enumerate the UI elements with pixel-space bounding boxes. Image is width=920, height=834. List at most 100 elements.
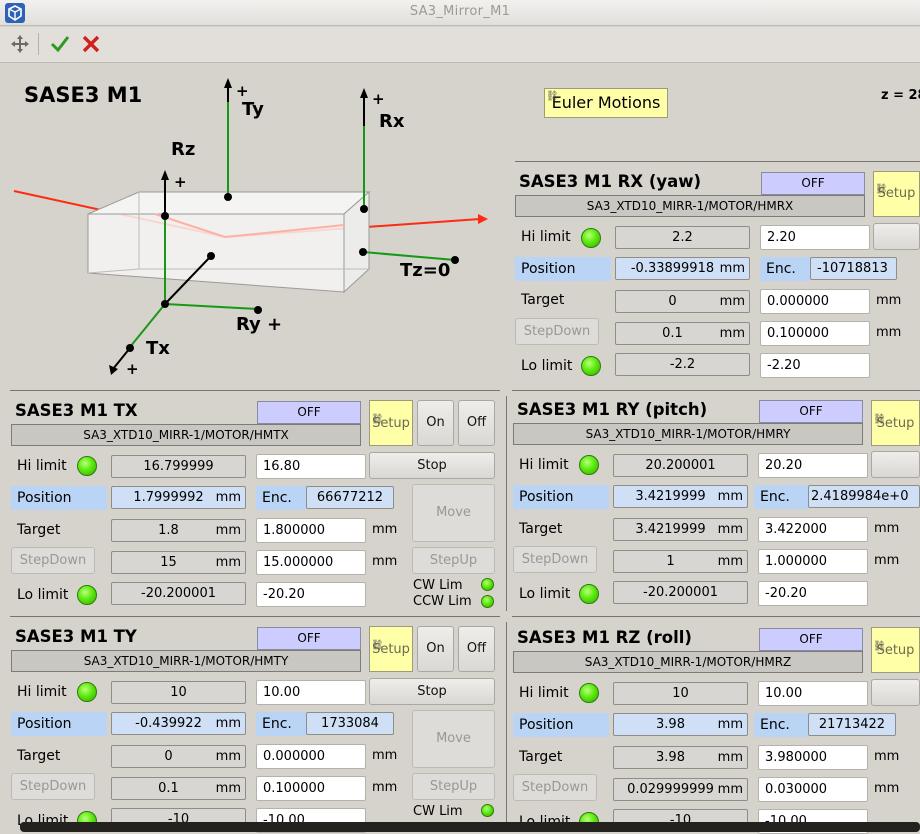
axis-plus-rz: +	[174, 173, 187, 191]
target-input[interactable]: 3.980000	[758, 745, 868, 770]
close-icon[interactable]	[77, 30, 105, 58]
stepdown-button[interactable]: StepDown	[11, 547, 95, 574]
axis-label-tz: Tz=0	[400, 260, 451, 281]
hi-limit-led	[77, 682, 97, 702]
stop-button[interactable]: Stop	[369, 678, 495, 705]
hi-limit-label: Hi limit	[17, 684, 67, 700]
euler-motions-label: Euler Motions	[551, 93, 661, 112]
hi-limit-label: Hi limit	[519, 457, 569, 473]
setup-button[interactable]: ⛓ Setup	[369, 626, 413, 672]
lo-limit-led	[581, 356, 601, 376]
device-name: SA3_XTD10_MIRR-1/MOTOR/HMTX	[11, 424, 361, 446]
enc-label: Enc.	[754, 485, 808, 509]
step-value: 0.1 mm	[111, 777, 246, 800]
lo-limit-led	[77, 585, 97, 605]
link-icon: ⛓	[546, 91, 559, 102]
off-button[interactable]: Off	[458, 400, 495, 446]
lo-limit-value: -2.2	[615, 353, 750, 376]
toolbar-separator	[38, 33, 39, 55]
setup-button[interactable]: ⛓ Setup	[873, 171, 920, 217]
stepdown-button[interactable]: StepDown	[515, 318, 599, 345]
position-value: 3.98 mm	[613, 713, 748, 736]
move-button[interactable]: Move	[412, 710, 495, 768]
panel-title: SASE3 M1 TY	[15, 627, 137, 646]
panel-divider	[506, 396, 507, 611]
stop-button[interactable]	[871, 679, 920, 706]
off-button[interactable]: Off	[458, 626, 495, 672]
enc-label: Enc.	[760, 257, 810, 281]
lo-limit-input[interactable]: -2.20	[760, 353, 870, 378]
link-icon: ⛓	[873, 641, 886, 652]
encoder-value: 66677212	[306, 486, 394, 509]
position-value: 3.4219999 mm	[613, 485, 748, 508]
hi-limit-input[interactable]: 10.00	[758, 681, 868, 706]
stepdown-button[interactable]: StepDown	[513, 774, 597, 801]
hi-limit-input[interactable]: 20.20	[758, 453, 868, 478]
encoder-value: -10718813	[810, 257, 897, 280]
position-value: 1.7999992 mm	[111, 486, 246, 509]
panel-title: SASE3 M1 TX	[15, 401, 138, 420]
ccw-lim-label: CCW Lim	[413, 594, 472, 609]
position-label: Position	[11, 486, 107, 510]
panel-title: SASE3 M1 RY (pitch)	[517, 400, 708, 419]
step-value: 0.1 mm	[615, 322, 750, 345]
setup-button[interactable]: ⛓ Setup	[369, 400, 413, 446]
device-name: SA3_XTD10_MIRR-1/MOTOR/HMRY	[513, 423, 863, 445]
axis-plus-ty: +	[236, 82, 249, 100]
panel-divider	[515, 161, 920, 162]
hi-limit-input[interactable]: 16.80	[256, 454, 366, 479]
motor-state: OFF	[759, 628, 863, 651]
panel-title: SASE3 M1 RX (yaw)	[519, 172, 702, 191]
target-input[interactable]: 0.000000	[256, 744, 366, 769]
link-icon: ⛓	[371, 640, 384, 651]
hi-limit-input[interactable]: 10.00	[256, 680, 366, 705]
setup-button[interactable]: ⛓ Setup	[871, 627, 920, 673]
step-value: 0.029999999 mm	[613, 778, 748, 801]
check-icon[interactable]	[46, 30, 74, 58]
hi-limit-label: Hi limit	[17, 458, 67, 474]
cw-lim-label: CW Lim	[413, 578, 463, 593]
device-name: SA3_XTD10_MIRR-1/MOTOR/HMRZ	[513, 651, 863, 673]
stop-button[interactable]	[871, 451, 920, 478]
stepup-button[interactable]: StepUp	[412, 773, 495, 800]
encoder-value: 1733084	[306, 712, 394, 735]
step-input[interactable]: 0.100000	[760, 321, 870, 346]
motor-state: OFF	[257, 627, 361, 650]
stepup-button[interactable]: StepUp	[412, 547, 495, 574]
step-input[interactable]: 1.000000	[758, 549, 868, 574]
lo-limit-input[interactable]: -20.20	[758, 581, 868, 606]
move-button[interactable]: Move	[412, 484, 495, 542]
lo-limit-input[interactable]: -20.20	[256, 582, 366, 607]
hi-limit-led	[579, 683, 599, 703]
axis-plus-rx: +	[372, 90, 385, 108]
stepdown-button[interactable]: StepDown	[11, 773, 95, 800]
stepdown-button[interactable]: StepDown	[513, 546, 597, 573]
horizontal-scrollbar[interactable]	[20, 822, 920, 832]
step-input[interactable]: 0.030000	[758, 777, 868, 802]
on-button[interactable]: On	[417, 626, 454, 672]
on-button[interactable]: On	[417, 400, 454, 446]
target-unit: mm	[372, 522, 398, 537]
motor-state: OFF	[759, 400, 863, 423]
target-label: Target	[519, 749, 563, 765]
euler-motions-button[interactable]: ⛓ Euler Motions	[544, 88, 668, 118]
setup-button[interactable]: ⛓ Setup	[871, 400, 920, 446]
step-input[interactable]: 15.000000	[256, 550, 366, 575]
axis-plus-tx: +	[126, 360, 139, 378]
hi-limit-input[interactable]: 2.20	[760, 225, 870, 250]
link-icon: ⛓	[875, 184, 888, 195]
hi-limit-label: Hi limit	[521, 229, 571, 245]
motor-state: OFF	[257, 401, 361, 424]
hi-limit-led	[77, 456, 97, 476]
stop-button[interactable]: Stop	[369, 452, 495, 479]
position-label: Position	[513, 713, 609, 737]
target-input[interactable]: 0.000000	[760, 289, 870, 314]
device-name: SA3_XTD10_MIRR-1/MOTOR/HMTY	[11, 650, 361, 672]
move-icon[interactable]	[6, 30, 34, 58]
stop-button[interactable]	[873, 223, 920, 250]
step-value: 1 mm	[613, 550, 748, 573]
step-input[interactable]: 0.100000	[256, 776, 366, 801]
target-input[interactable]: 1.800000	[256, 518, 366, 543]
position-value: -0.439922 mm	[111, 712, 246, 735]
target-input[interactable]: 3.422000	[758, 517, 868, 542]
